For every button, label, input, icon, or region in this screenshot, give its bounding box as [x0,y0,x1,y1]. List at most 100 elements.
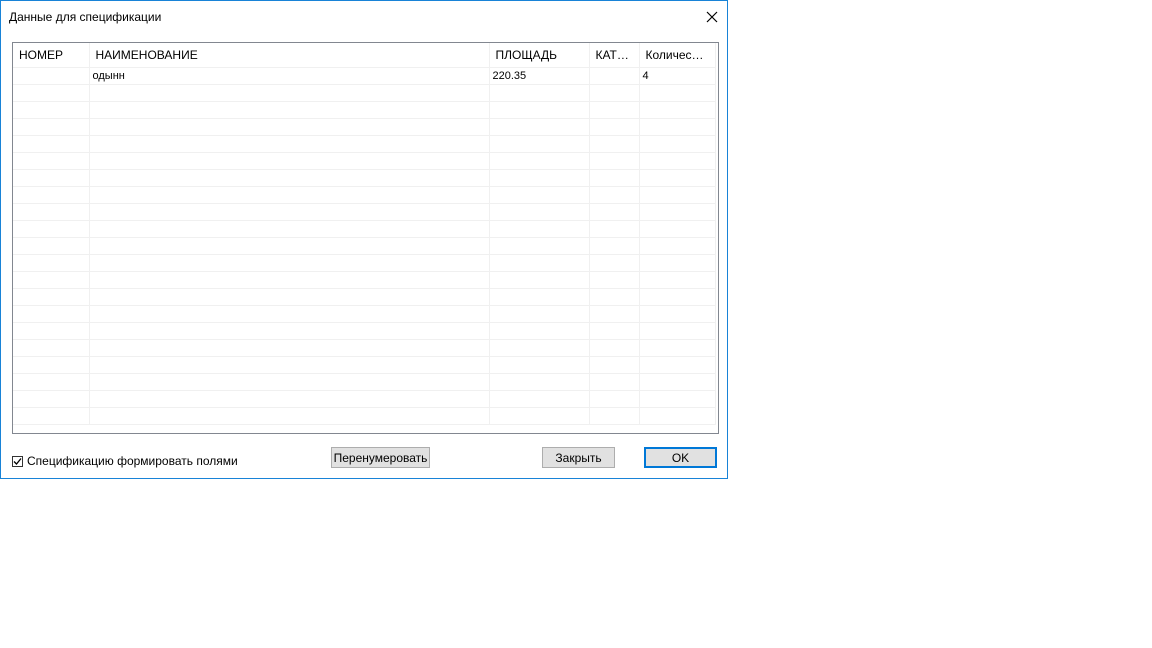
fields-checkbox[interactable] [12,455,23,467]
fields-checkbox-label[interactable]: Спецификацию формировать полями [27,454,238,468]
column-header-number[interactable]: НОМЕР [13,43,90,68]
empty-cell[interactable] [13,407,90,425]
empty-cell[interactable] [589,322,640,340]
column-header-area[interactable]: ПЛОЩАДЬ [489,43,590,68]
empty-cell[interactable] [89,322,490,340]
empty-cell[interactable] [589,237,640,255]
empty-row[interactable] [13,373,716,391]
empty-cell[interactable] [489,339,590,357]
empty-cell[interactable] [89,118,490,136]
table-row[interactable]: одынн 220.35 4 [13,67,716,85]
empty-cell[interactable] [639,152,716,170]
empty-cell[interactable] [89,84,490,102]
empty-cell[interactable] [589,220,640,238]
column-header-category[interactable]: КАТЕ... [589,43,640,68]
cell-area[interactable]: 220.35 [489,67,590,85]
close-button[interactable]: Закрыть [542,447,615,468]
empty-cell[interactable] [89,169,490,187]
empty-cell[interactable] [589,288,640,306]
empty-cell[interactable] [639,288,716,306]
empty-row[interactable] [13,322,716,340]
empty-cell[interactable] [639,390,716,408]
empty-cell[interactable] [589,254,640,272]
cell-number[interactable] [13,67,90,85]
empty-cell[interactable] [639,220,716,238]
empty-cell[interactable] [89,288,490,306]
empty-cell[interactable] [639,356,716,374]
empty-cell[interactable] [489,203,590,221]
column-header-name[interactable]: НАИМЕНОВАНИЕ [89,43,490,68]
empty-cell[interactable] [489,390,590,408]
empty-cell[interactable] [89,356,490,374]
empty-cell[interactable] [639,407,716,425]
cell-quantity[interactable]: 4 [639,67,716,85]
renumber-button[interactable]: Перенумеровать [331,447,430,468]
column-header-quantity[interactable]: Количество [639,43,716,68]
empty-cell[interactable] [639,135,716,153]
empty-row[interactable] [13,356,716,374]
empty-cell[interactable] [13,203,90,221]
empty-cell[interactable] [89,254,490,272]
empty-cell[interactable] [13,288,90,306]
empty-cell[interactable] [89,101,490,119]
empty-cell[interactable] [589,271,640,289]
empty-cell[interactable] [13,390,90,408]
empty-cell[interactable] [639,237,716,255]
empty-cell[interactable] [489,101,590,119]
empty-row[interactable] [13,288,716,306]
empty-cell[interactable] [639,186,716,204]
empty-row[interactable] [13,203,716,221]
empty-cell[interactable] [89,152,490,170]
empty-cell[interactable] [639,254,716,272]
empty-cell[interactable] [589,84,640,102]
empty-cell[interactable] [89,220,490,238]
empty-cell[interactable] [89,186,490,204]
empty-row[interactable] [13,220,716,238]
empty-cell[interactable] [589,373,640,391]
empty-cell[interactable] [89,237,490,255]
empty-cell[interactable] [589,118,640,136]
cell-category[interactable] [589,67,640,85]
empty-cell[interactable] [489,118,590,136]
empty-cell[interactable] [639,84,716,102]
empty-cell[interactable] [589,203,640,221]
empty-row[interactable] [13,237,716,255]
empty-cell[interactable] [589,305,640,323]
fields-checkbox-group[interactable]: Спецификацию формировать полями [12,454,238,468]
empty-cell[interactable] [639,373,716,391]
empty-cell[interactable] [489,220,590,238]
empty-cell[interactable] [89,203,490,221]
empty-cell[interactable] [89,135,490,153]
empty-row[interactable] [13,407,716,425]
empty-cell[interactable] [639,203,716,221]
empty-cell[interactable] [13,305,90,323]
empty-cell[interactable] [13,322,90,340]
empty-cell[interactable] [639,118,716,136]
empty-cell[interactable] [13,271,90,289]
empty-cell[interactable] [489,169,590,187]
empty-cell[interactable] [489,305,590,323]
empty-row[interactable] [13,135,716,153]
ok-button[interactable]: OK [644,447,717,468]
close-window-button[interactable] [697,1,727,32]
empty-cell[interactable] [13,135,90,153]
empty-cell[interactable] [589,101,640,119]
empty-cell[interactable] [639,101,716,119]
empty-cell[interactable] [589,152,640,170]
empty-cell[interactable] [489,135,590,153]
empty-cell[interactable] [489,373,590,391]
empty-row[interactable] [13,169,716,187]
empty-row[interactable] [13,101,716,119]
specification-grid[interactable]: НОМЕР НАИМЕНОВАНИЕ ПЛОЩАДЬ КАТЕ... Колич… [12,42,719,434]
empty-cell[interactable] [489,152,590,170]
empty-cell[interactable] [489,84,590,102]
empty-cell[interactable] [13,220,90,238]
empty-cell[interactable] [639,305,716,323]
empty-cell[interactable] [639,339,716,357]
empty-cell[interactable] [13,339,90,357]
empty-cell[interactable] [639,322,716,340]
empty-cell[interactable] [13,356,90,374]
empty-row[interactable] [13,271,716,289]
empty-cell[interactable] [13,186,90,204]
empty-cell[interactable] [13,254,90,272]
